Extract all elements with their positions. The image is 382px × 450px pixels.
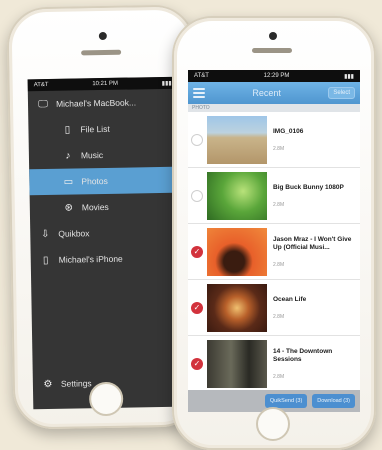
thumbnail-image [207,115,267,164]
hamburger-menu-icon[interactable] [193,86,205,100]
menu-item-label: Music [80,150,104,161]
clock-label: 10:21 PM [92,80,119,88]
checkmark-icon[interactable]: ✓ [191,301,203,314]
menu-item-label: Settings [60,378,92,389]
front-camera [98,31,107,41]
nav-bar: Recent Select [188,82,360,104]
item-size: 2.8M [273,261,285,268]
menu-item-label: File List [80,123,110,135]
thumbnail-image [207,283,267,332]
inbox-tray-icon: ⇩ [40,228,50,240]
film-reel-icon: ⊛ [64,202,74,214]
carrier-label: AT&T [33,81,49,89]
thumbnail-image [207,227,267,276]
earpiece-speaker [81,49,122,56]
list-item[interactable]: ✓ Ocean Life 2.8M [188,280,360,336]
battery-icon: ▮▮▮ [161,80,172,87]
home-button[interactable] [88,381,124,417]
music-note-icon: ♪ [65,150,71,162]
clock-label: 12:29 PM [263,73,290,79]
thumbnail-image [207,339,267,388]
item-title: Ocean Life [273,295,307,303]
menu-item-music[interactable]: ♪ Music [29,141,179,170]
item-size: 2.8M [273,373,285,380]
menu-item-label: Michael's MacBook... [55,97,137,109]
front-phone: AT&T 12:29 PM ▮▮▮ Recent Select PHOTO IM… [172,16,376,450]
battery-icon: ▮▮▮ [344,73,354,80]
carrier-label: AT&T [194,73,209,79]
gear-icon: ⚙ [43,378,53,390]
list-item[interactable]: Big Buck Bunny 1080P 2.8M [188,168,360,224]
select-button[interactable]: Select [328,87,355,99]
item-title: Jason Mraz - I Won't Give Up (Official M… [273,235,352,251]
item-title: 14 - The Downtown Sessions [273,347,333,363]
list-item[interactable]: ✓ 14 - The Downtown Sessions 2.8M [188,336,360,392]
earpiece-speaker [252,48,292,53]
menu-item-label: Movies [81,201,109,213]
menu-item-quikbox[interactable]: ⇩ Quikbox [30,219,180,248]
menu-item-label: Michael's iPhone [58,253,123,265]
menu-item-file-list[interactable]: ▯ File List [28,115,178,144]
monitor-icon: 🖵 [38,98,48,110]
checkmark-icon[interactable]: ✓ [191,357,203,370]
document-icon: ▯ [64,124,71,136]
menu-item-photos[interactable]: ▭ Photos [29,166,180,196]
unchecked-circle-icon[interactable] [191,189,203,202]
item-size: 2.8M [273,313,285,320]
photo-icon: ▭ [63,176,74,188]
menu-item-computer[interactable]: 🖵 Michael's MacBook... [28,89,178,118]
menu-item-label: Quikbox [58,228,90,239]
quiksend-button[interactable]: QuikSend (3) [264,394,308,408]
menu-item-label: Photos [81,175,108,187]
home-button[interactable] [256,407,290,441]
section-header: PHOTO [188,104,360,112]
checkmark-icon[interactable]: ✓ [191,245,203,258]
list-item[interactable]: IMG_0106 2.8M [188,112,360,168]
phone-icon: ▯ [42,254,49,266]
status-bar: AT&T 12:29 PM ▮▮▮ [188,70,360,82]
item-size: 2.8M [273,145,285,152]
item-title: Big Buck Bunny 1080P [273,183,344,191]
download-button[interactable]: Download (3) [312,394,355,408]
sidebar-menu-screen: AT&T 10:21 PM ▮▮▮ 🖵 Michael's MacBook...… [27,76,184,410]
menu-item-iphone[interactable]: ▯ Michael's iPhone [31,245,181,274]
thumbnail-image [207,171,267,220]
front-camera [269,32,277,40]
page-title: Recent [252,88,281,98]
item-size: 2.8M [273,201,285,208]
menu-item-movies[interactable]: ⊛ Movies [30,193,180,222]
unchecked-circle-icon[interactable] [191,133,203,146]
recent-list-screen: AT&T 12:29 PM ▮▮▮ Recent Select PHOTO IM… [188,70,360,412]
list-item[interactable]: ✓ Jason Mraz - I Won't Give Up (Official… [188,224,360,280]
item-title: IMG_0106 [273,127,304,135]
